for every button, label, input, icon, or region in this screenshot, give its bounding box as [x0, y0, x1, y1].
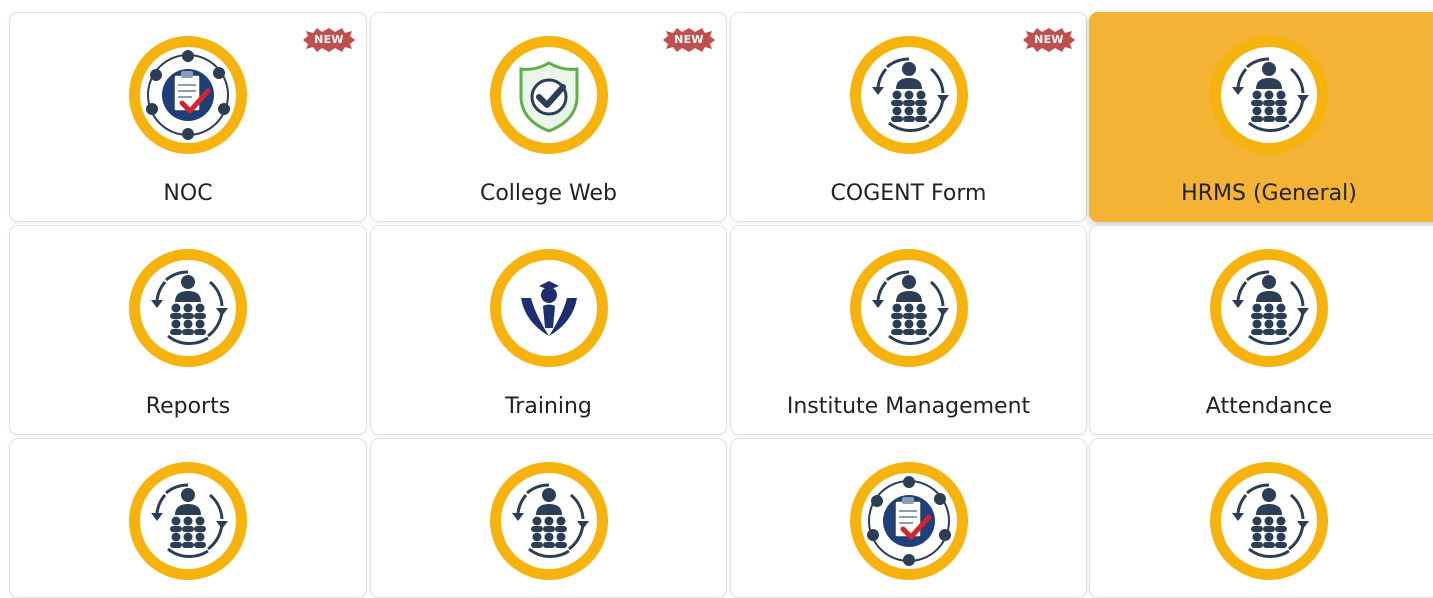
people-cycle-icon	[122, 455, 254, 587]
tile-module[interactable]	[730, 438, 1087, 598]
tile-hrms-general[interactable]: HRMS (General)	[1089, 12, 1433, 222]
new-badge: NEW	[300, 27, 358, 53]
tile-label: Attendance	[1205, 394, 1333, 419]
tile-module[interactable]	[9, 438, 367, 598]
new-badge: NEW	[660, 27, 718, 53]
noc-clipboard-icon	[843, 455, 975, 587]
tile-label: NOC	[163, 181, 213, 206]
people-cycle-icon	[122, 242, 254, 374]
new-badge-text: NEW	[1034, 33, 1064, 46]
new-badge: NEW	[1020, 27, 1078, 53]
noc-clipboard-icon	[122, 29, 254, 161]
tile-label: Training	[505, 394, 592, 419]
people-cycle-icon	[843, 29, 975, 161]
tile-institute-management[interactable]: Institute Management	[730, 225, 1087, 435]
tile-training[interactable]: Training	[370, 225, 727, 435]
tile-college-web[interactable]: NEW College Web	[370, 12, 727, 222]
tile-label: HRMS (General)	[1181, 181, 1357, 206]
tile-module[interactable]	[1089, 438, 1433, 598]
graduate-hands-icon	[483, 242, 615, 374]
people-cycle-icon	[843, 242, 975, 374]
people-cycle-icon	[483, 455, 615, 587]
shield-check-icon	[483, 29, 615, 161]
tile-reports[interactable]: Reports	[9, 225, 367, 435]
tile-cogent-form[interactable]: NEW COGENT Form	[730, 12, 1087, 222]
tile-attendance[interactable]: Attendance	[1089, 225, 1433, 435]
new-badge-text: NEW	[674, 33, 704, 46]
people-cycle-icon	[1203, 242, 1335, 374]
tile-noc[interactable]: NEW NOC	[9, 12, 367, 222]
tile-module[interactable]	[370, 438, 727, 598]
tile-label: COGENT Form	[830, 181, 987, 206]
new-badge-text: NEW	[314, 33, 344, 46]
people-cycle-icon	[1203, 29, 1335, 161]
tile-label: Institute Management	[786, 394, 1031, 419]
people-cycle-icon	[1203, 455, 1335, 587]
tile-label: College Web	[479, 181, 618, 206]
module-grid: NEW NOC NEW College Web NEW COGENT Form …	[0, 0, 1433, 598]
tile-label: Reports	[145, 394, 231, 419]
